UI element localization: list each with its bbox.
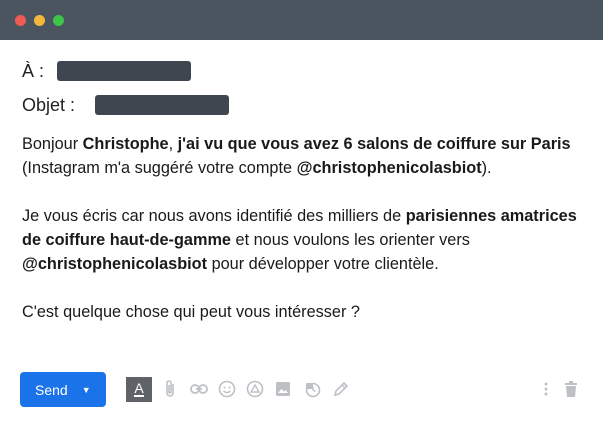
send-label: Send: [35, 381, 68, 398]
delete-icon[interactable]: [561, 379, 581, 399]
close-window-button[interactable]: [15, 15, 26, 26]
signature-icon[interactable]: [331, 379, 351, 399]
compose-toolbar: Send ▼ A: [0, 370, 603, 408]
instagram-handle: @christophenicolasbiot: [22, 255, 208, 273]
text: et nous voulons les orienter vers: [230, 231, 470, 249]
minimize-window-button[interactable]: [34, 15, 45, 26]
paragraph-pitch: Je vous écris car nous avons identifié d…: [22, 204, 582, 276]
drive-icon[interactable]: [245, 379, 265, 399]
to-label: À :: [22, 60, 45, 81]
confidential-icon[interactable]: [302, 379, 322, 399]
emoji-icon[interactable]: [217, 379, 237, 399]
message-body[interactable]: Bonjour Christophe, j'ai vu que vous ave…: [22, 132, 582, 324]
chevron-down-icon[interactable]: ▼: [82, 385, 91, 395]
link-icon[interactable]: [189, 379, 209, 399]
paragraph-greeting: Bonjour Christophe, j'ai vu que vous ave…: [22, 132, 582, 180]
format-text-icon[interactable]: A: [126, 377, 152, 402]
send-button[interactable]: Send ▼: [20, 372, 106, 407]
attach-icon[interactable]: [161, 379, 181, 399]
maximize-window-button[interactable]: [53, 15, 64, 26]
photo-icon[interactable]: [273, 379, 293, 399]
text: pour développer votre clientèle.: [207, 255, 439, 273]
to-field-redacted[interactable]: [57, 61, 191, 81]
text: ,: [168, 135, 178, 153]
text: Bonjour: [22, 135, 83, 153]
window-titlebar: [0, 0, 603, 40]
text: Je vous écris car nous avons identifié d…: [22, 207, 406, 225]
bold-text: j'ai vu que vous avez 6 salons de coiffu…: [177, 135, 571, 153]
subject-label: Objet :: [22, 94, 76, 115]
text: (Instagram m'a suggéré votre compte: [22, 159, 297, 177]
paragraph-question: C'est quelque chose qui peut vous intére…: [22, 303, 360, 321]
subject-field-redacted[interactable]: [95, 95, 229, 115]
instagram-handle: @christophenicolasbiot: [296, 159, 482, 177]
recipient-name: Christophe: [82, 135, 169, 153]
text: ).: [481, 159, 492, 177]
more-options-icon[interactable]: [536, 379, 556, 399]
